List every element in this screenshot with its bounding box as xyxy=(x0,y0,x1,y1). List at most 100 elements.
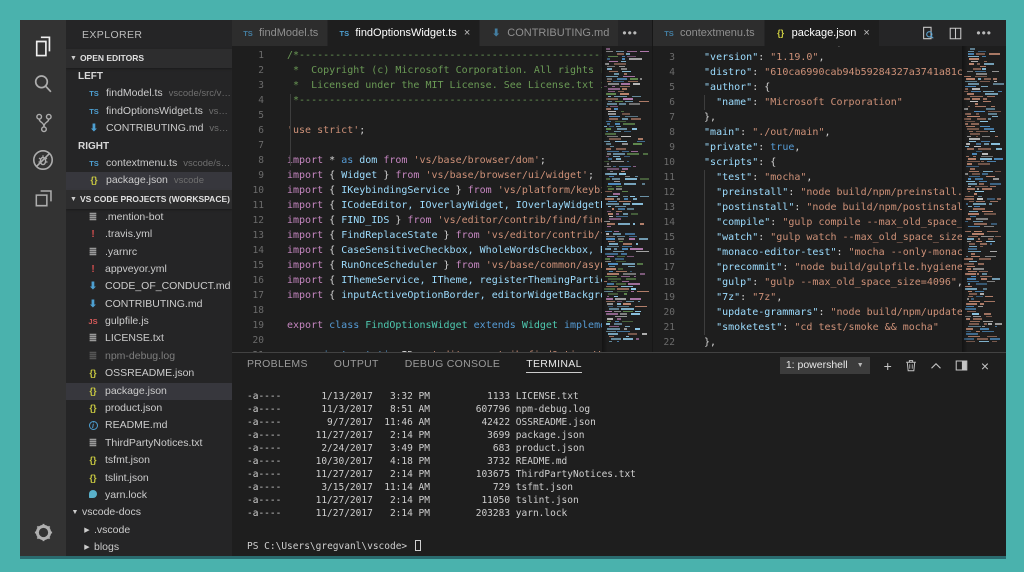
close-icon[interactable]: × xyxy=(464,27,470,39)
code-line: 8 import * as dom from 'vs/base/browser/d… xyxy=(232,153,652,168)
line-number: 17 xyxy=(252,290,264,301)
folder-item[interactable]: ▼ vscode-docs xyxy=(66,504,232,521)
file-item[interactable]: {} product.json xyxy=(66,400,232,417)
open-editor-item[interactable]: TS findModel.ts vscode/src/vs/... xyxy=(66,85,232,102)
tab-label: findOptionsWidget.ts xyxy=(355,27,457,39)
panel-tab-terminal[interactable]: TERMINAL xyxy=(526,358,582,373)
terminal-row: -a---- 1/13/2017 3:32 PM 1133 LICENSE.txt xyxy=(247,391,579,402)
panel-tab-debug-console[interactable]: DEBUG CONSOLE xyxy=(405,358,501,373)
editor-left[interactable]: 1/*-------------------------------------… xyxy=(232,46,652,352)
tab-findModel.ts[interactable]: TS findModel.ts xyxy=(232,20,329,46)
settings-gear-icon[interactable] xyxy=(20,517,66,547)
file-item[interactable]: ! .travis.yml xyxy=(66,226,232,243)
search-icon[interactable] xyxy=(20,65,66,103)
maximize-panel-icon[interactable] xyxy=(930,360,942,372)
code-line: 15 "watch": "gulp watch --max_old_space_… xyxy=(653,230,1006,245)
file-item[interactable]: {} package.json xyxy=(66,382,232,401)
file-name: CONTRIBUTING.md xyxy=(105,297,203,310)
line-number: 11 xyxy=(663,172,675,183)
split-editor-icon[interactable] xyxy=(949,27,962,40)
file-name: CODE_OF_CONDUCT.md xyxy=(105,280,231,293)
toggle-panel-position-icon[interactable] xyxy=(955,359,968,372)
code-line: 8 "main": "./out/main", xyxy=(653,125,1006,140)
open-editor-item[interactable]: {} package.json vscode xyxy=(66,172,232,190)
file-item[interactable]: i README.md xyxy=(66,417,232,434)
code-line: 7 xyxy=(232,138,652,153)
chevron-down-icon: ▼ xyxy=(71,509,79,517)
code-line: 11 import { ICodeEditor, IOverlayWidget, … xyxy=(232,198,652,213)
terminal-row: -a---- 3/15/2017 11:14 AM 729 tsfmt.json xyxy=(247,482,573,493)
line-number: 18 xyxy=(663,277,675,288)
file-item[interactable]: JS gulpfile.js xyxy=(66,313,232,330)
minimap[interactable] xyxy=(602,46,652,352)
open-editors-header[interactable]: ▼ OPEN EDITORS xyxy=(66,49,232,68)
line-number: 10 xyxy=(663,157,675,168)
file-name: npm-debug.log xyxy=(105,349,176,362)
extensions-icon[interactable] xyxy=(20,179,66,217)
sidebar-title: EXPLORER xyxy=(82,29,143,41)
file-item[interactable]: ⬇ CODE_OF_CONDUCT.md xyxy=(66,278,232,295)
tab-findOptionsWidget.ts[interactable]: TS findOptionsWidget.ts × xyxy=(328,20,481,46)
file-item[interactable]: {} tslint.json xyxy=(66,470,232,487)
file-item[interactable]: ≣ LICENSE.txt xyxy=(66,330,232,347)
json-file-icon: {} xyxy=(89,403,97,414)
explorer-icon[interactable] xyxy=(20,27,66,65)
open-editor-item[interactable]: ⬇ CONTRIBUTING.md vscode xyxy=(66,120,232,137)
file-item[interactable]: ≣ npm-debug.log xyxy=(66,348,232,365)
open-preview-icon[interactable] xyxy=(921,26,935,40)
terminal-shell-select[interactable]: 1: powershell ▼ xyxy=(779,357,870,374)
line-number: 6 xyxy=(669,97,675,108)
tab-contextmenu.ts[interactable]: TS contextmenu.ts xyxy=(653,20,765,46)
line-number: 12 xyxy=(252,215,264,226)
panel-tab-output[interactable]: OUTPUT xyxy=(334,358,379,373)
file-name: package.json xyxy=(106,174,168,187)
code-line: 10 import { IKeybindingService } from 'vs… xyxy=(232,183,652,198)
folder-name: blogs xyxy=(94,541,120,554)
file-item[interactable]: ! appveyor.yml xyxy=(66,261,232,278)
log-file-icon: ≣ xyxy=(88,350,98,362)
debug-icon[interactable] xyxy=(20,141,66,179)
terminal[interactable]: -a---- 1/13/2017 3:32 PM 1133 LICENSE.txt -a-… xyxy=(232,378,1006,556)
open-editor-item[interactable]: TS findOptionsWidget.ts vsco... xyxy=(66,103,232,120)
panel: PROBLEMS OUTPUT DEBUG CONSOLE TERMINAL 1: p… xyxy=(232,352,1006,556)
file-name: tsfmt.json xyxy=(105,454,150,467)
source-control-icon[interactable] xyxy=(20,103,66,141)
line-number: 13 xyxy=(663,202,675,213)
editor-right[interactable]: 2 "name": "code-oss-dev",3 "version": "1… xyxy=(653,46,1006,352)
file-item[interactable]: yarn.lock xyxy=(66,487,232,504)
json-file-icon: {} xyxy=(89,472,97,483)
new-terminal-icon[interactable]: + xyxy=(884,358,892,374)
open-editor-item[interactable]: TS contextmenu.ts vscode/src/... xyxy=(66,155,232,172)
panel-tab-problems[interactable]: PROBLEMS xyxy=(247,358,308,373)
file-item[interactable]: ≣ .yarnrc xyxy=(66,244,232,261)
code-line: 21 "smoketest": "cd test/smoke && mocha" xyxy=(653,320,1006,335)
file-name: README.md xyxy=(105,419,168,432)
file-name: yarn.lock xyxy=(105,488,148,501)
code-line: 9 "private": true, xyxy=(653,140,1006,155)
close-panel-icon[interactable]: × xyxy=(981,358,989,374)
folder-item[interactable]: ▶ .vscode xyxy=(66,522,232,539)
file-name: findOptionsWidget.ts xyxy=(106,104,203,117)
tab-label: findModel.ts xyxy=(259,27,319,39)
file-item[interactable]: ⬇ CONTRIBUTING.md xyxy=(66,296,232,313)
file-item[interactable]: {} OSSREADME.json xyxy=(66,365,232,382)
code-line: 19 export class FindOptionsWidget extends… xyxy=(232,318,652,333)
more-actions-icon[interactable]: ••• xyxy=(622,26,638,40)
file-item[interactable]: {} tsfmt.json xyxy=(66,452,232,469)
code-line: 7 }, xyxy=(653,110,1006,125)
close-icon[interactable]: × xyxy=(863,27,869,39)
chevron-right-icon: ▶ xyxy=(84,544,90,552)
tab-CONTRIBUTING.md[interactable]: ⬇ CONTRIBUTING.md xyxy=(480,20,620,46)
workspace-header[interactable]: ▼ VS CODE PROJECTS (WORKSPACE) xyxy=(66,189,232,209)
kill-terminal-icon[interactable] xyxy=(905,359,917,372)
file-name: package.json xyxy=(105,384,167,397)
tab-package.json[interactable]: {} package.json × xyxy=(764,20,880,46)
file-path: vscode/src/vs/... xyxy=(168,88,232,100)
folder-item[interactable]: ▶ blogs xyxy=(66,539,232,556)
more-actions-icon[interactable]: ••• xyxy=(976,26,992,40)
file-item[interactable]: ≣ ThirdPartyNotices.txt xyxy=(66,435,232,452)
warn-file-icon: ! xyxy=(91,229,95,241)
terminal-row: -a---- 11/27/2017 2:14 PM 203283 yarn.lock xyxy=(247,508,568,519)
minimap[interactable] xyxy=(962,46,1006,352)
file-item[interactable]: ≣ .mention-bot xyxy=(66,209,232,226)
